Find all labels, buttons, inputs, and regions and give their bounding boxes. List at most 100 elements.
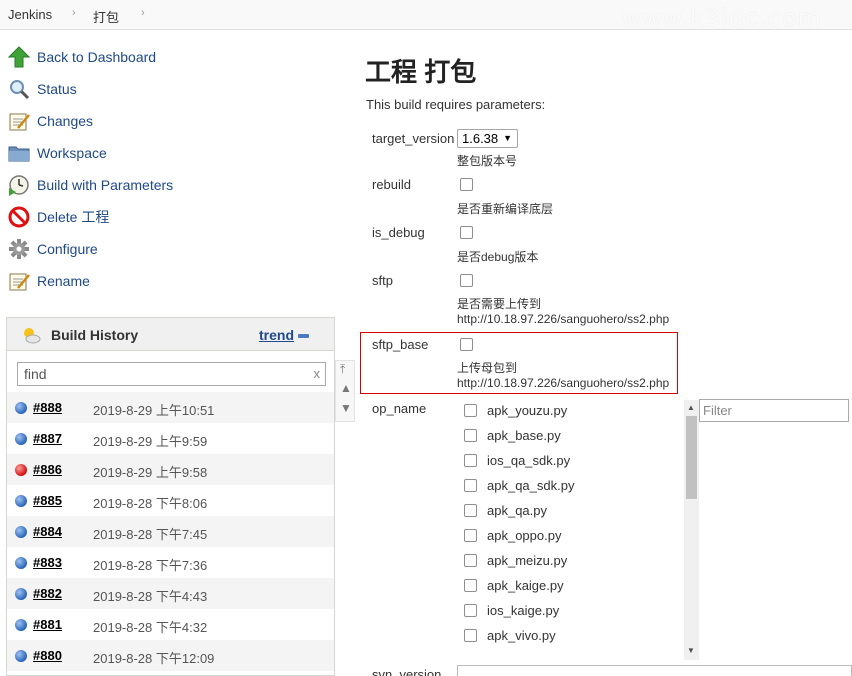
op-name-option-label: apk_oppo.py xyxy=(487,528,562,543)
build-date[interactable]: 2019-8-29 上午9:58 xyxy=(93,462,207,481)
filter-input[interactable]: Filter xyxy=(699,399,849,422)
sidebar-item-label: Status xyxy=(37,81,77,97)
sidebar-item-delete[interactable]: Delete 工程 xyxy=(8,205,109,229)
build-date[interactable]: 2019-8-28 下午8:06 xyxy=(93,493,207,512)
op-name-scrollbar[interactable]: ▲ ▼ xyxy=(684,400,699,660)
param-name-sftp: sftp xyxy=(372,273,393,288)
up-arrow-icon xyxy=(7,46,31,68)
param-desc-rebuild: 是否重新编译底层 xyxy=(457,202,554,216)
scroll-down-icon[interactable]: ▼ xyxy=(687,646,695,655)
param-desc-sftp-base-url: http://10.18.97.226/sanguohero/ss2.php xyxy=(457,376,670,390)
build-status-icon xyxy=(15,495,27,507)
scroll-top-icon[interactable]: ⤒ xyxy=(340,362,345,377)
build-row: #880 2019-8-28 下午12:09 xyxy=(7,640,334,671)
trend-link[interactable]: trend xyxy=(259,327,294,343)
build-number-link[interactable]: #883 xyxy=(33,555,62,570)
scroll-down-icon[interactable]: ▼ xyxy=(340,401,352,415)
op-name-option-label: apk_base.py xyxy=(487,428,561,443)
param-desc-target-version: 整包版本号 xyxy=(457,154,518,168)
op-name-checkbox[interactable] xyxy=(464,604,477,617)
build-row: #883 2019-8-28 下午7:36 xyxy=(7,547,334,578)
sidebar-item-workspace[interactable]: Workspace xyxy=(8,141,107,165)
param-name-svn-version: svn_version xyxy=(372,667,442,676)
sftp-checkbox[interactable] xyxy=(460,274,473,287)
build-number-link[interactable]: #888 xyxy=(33,400,62,415)
gear-icon xyxy=(8,238,30,260)
target-version-select[interactable]: 1.6.38 ▼ xyxy=(457,129,518,148)
sidebar-item-status[interactable]: Status xyxy=(8,77,77,101)
sidebar-item-rename[interactable]: Rename xyxy=(8,269,90,293)
build-history-panel: Build History trend find x #888 2019-8-29… xyxy=(6,317,335,676)
weather-icon xyxy=(21,325,41,345)
build-number-link[interactable]: #887 xyxy=(33,431,62,446)
sftp-base-checkbox[interactable] xyxy=(460,338,473,351)
build-row: #885 2019-8-28 下午8:06 xyxy=(7,485,334,516)
folder-icon xyxy=(8,142,30,164)
build-number-link[interactable]: #886 xyxy=(33,462,62,477)
sidebar-item-back-to-dashboard[interactable]: Back to Dashboard xyxy=(7,45,157,69)
build-date[interactable]: 2019-8-28 下午7:45 xyxy=(93,524,207,543)
op-name-checkbox[interactable] xyxy=(464,479,477,492)
scroll-up-icon[interactable]: ▲ xyxy=(340,381,352,395)
requires-parameters-text: This build requires parameters: xyxy=(366,97,546,112)
op-name-checkbox[interactable] xyxy=(464,504,477,517)
op-name-checkbox[interactable] xyxy=(464,404,477,417)
build-number-link[interactable]: #885 xyxy=(33,493,62,508)
param-name-sftp-base: sftp_base xyxy=(372,337,429,352)
build-number-link[interactable]: #882 xyxy=(33,586,62,601)
notepad-icon xyxy=(8,270,30,292)
build-row: #882 2019-8-28 下午4:43 xyxy=(7,578,334,609)
watermark: www.k3idc.com xyxy=(621,4,822,32)
op-name-option-label: apk_qa_sdk.py xyxy=(487,478,575,493)
build-date[interactable]: 2019-8-28 下午7:36 xyxy=(93,555,207,574)
op-name-option-label: ios_qa_sdk.py xyxy=(487,453,571,468)
build-status-icon xyxy=(15,650,27,662)
sidebar-item-changes[interactable]: Changes xyxy=(8,109,93,133)
page-title: 工程 打包 xyxy=(365,57,477,87)
clear-find-icon[interactable]: x xyxy=(314,363,321,385)
target-version-value: 1.6.38 xyxy=(462,131,499,146)
find-input[interactable]: find x xyxy=(17,362,326,386)
build-status-icon xyxy=(15,433,27,445)
rebuild-checkbox[interactable] xyxy=(460,178,473,191)
build-date[interactable]: 2019-8-29 上午10:51 xyxy=(93,400,214,419)
build-history-title: Build History xyxy=(51,327,139,343)
op-name-checkbox-list[interactable]: apk_youzu.py apk_base.py ios_qa_sdk.py apk_… xyxy=(457,399,697,660)
op-name-option-label: apk_kaige.py xyxy=(487,578,564,593)
sidebar-item-configure[interactable]: Configure xyxy=(8,237,98,261)
op-name-checkbox[interactable] xyxy=(464,429,477,442)
build-status-icon xyxy=(15,557,27,569)
op-name-option-label: apk_vivo.py xyxy=(487,628,556,643)
scroll-up-icon[interactable]: ▲ xyxy=(687,403,695,412)
breadcrumb-separator: › xyxy=(141,7,145,19)
build-date[interactable]: 2019-8-28 下午4:32 xyxy=(93,617,207,636)
build-status-icon xyxy=(15,619,27,631)
build-number-link[interactable]: #880 xyxy=(33,648,62,663)
build-date[interactable]: 2019-8-29 上午9:59 xyxy=(93,431,207,450)
op-name-checkbox[interactable] xyxy=(464,629,477,642)
build-row: #884 2019-8-28 下午7:45 xyxy=(7,516,334,547)
build-number-link[interactable]: #881 xyxy=(33,617,62,632)
notepad-icon xyxy=(8,110,30,132)
param-desc-sftp-base: 上传母包到 xyxy=(457,361,518,375)
op-name-checkbox[interactable] xyxy=(464,454,477,467)
op-name-checkbox[interactable] xyxy=(464,579,477,592)
sidebar-item-label: Changes xyxy=(37,113,94,129)
op-name-checkbox[interactable] xyxy=(464,529,477,542)
param-name-is-debug: is_debug xyxy=(372,225,425,240)
breadcrumb-job[interactable]: 打包 xyxy=(93,7,119,26)
build-row: #881 2019-8-28 下午4:32 xyxy=(7,609,334,640)
build-history-header: Build History trend xyxy=(7,318,334,351)
build-number-link[interactable]: #884 xyxy=(33,524,62,539)
trend-icon[interactable] xyxy=(298,334,309,338)
build-row: #888 2019-8-29 上午10:51 xyxy=(7,392,334,423)
sidebar-item-label: Back to Dashboard xyxy=(37,49,157,65)
op-name-checkbox[interactable] xyxy=(464,554,477,567)
build-date[interactable]: 2019-8-28 下午4:43 xyxy=(93,586,207,605)
breadcrumb-jenkins[interactable]: Jenkins xyxy=(8,7,52,22)
scrollbar-thumb[interactable] xyxy=(686,416,697,499)
build-date[interactable]: 2019-8-28 下午12:09 xyxy=(93,648,214,667)
sidebar-item-build-with-parameters[interactable]: Build with Parameters xyxy=(8,173,173,197)
is-debug-checkbox[interactable] xyxy=(460,226,473,239)
svn-version-input[interactable] xyxy=(457,665,852,676)
